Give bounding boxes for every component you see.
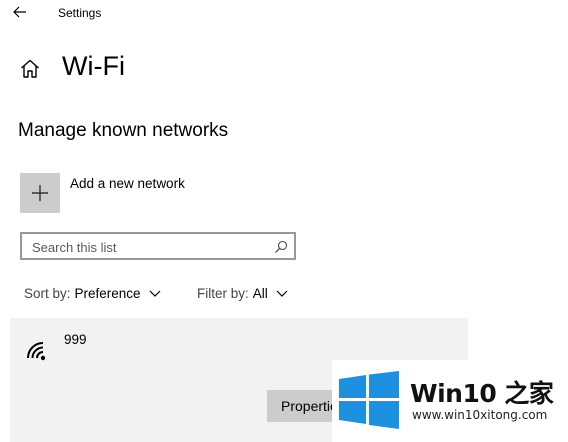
windows-logo-icon (339, 371, 399, 429)
home-button[interactable] (18, 57, 42, 81)
chevron-down-icon (276, 290, 288, 297)
add-network-button[interactable] (20, 173, 60, 213)
title-bar: Settings (0, 0, 568, 26)
watermark-brand: Win10 之家 (410, 379, 554, 408)
add-network-label[interactable]: Add a new network (70, 176, 185, 191)
sort-value: Preference (74, 286, 141, 301)
search-icon[interactable] (274, 240, 288, 254)
wifi-icon (27, 342, 46, 361)
filter-dropdown[interactable]: Filter by: All (197, 286, 288, 301)
network-name: 999 (64, 332, 87, 347)
watermark: Win10 之家 www.win10xitong.com (332, 360, 568, 442)
window-title: Settings (58, 6, 102, 20)
filter-value: All (252, 286, 268, 301)
page-title: Wi-Fi (62, 51, 125, 81)
search-box[interactable] (20, 232, 296, 260)
back-arrow-icon (13, 6, 26, 18)
back-button[interactable] (10, 3, 30, 21)
sort-label: Sort by: (24, 286, 71, 301)
sort-dropdown[interactable]: Sort by: Preference (24, 286, 161, 301)
search-input[interactable] (32, 238, 267, 256)
plus-icon (32, 185, 48, 201)
home-icon (21, 59, 39, 78)
filter-label: Filter by: (197, 286, 249, 301)
chevron-down-icon (149, 290, 161, 297)
section-title: Manage known networks (18, 120, 229, 141)
watermark-url: www.win10xitong.com (412, 408, 548, 422)
